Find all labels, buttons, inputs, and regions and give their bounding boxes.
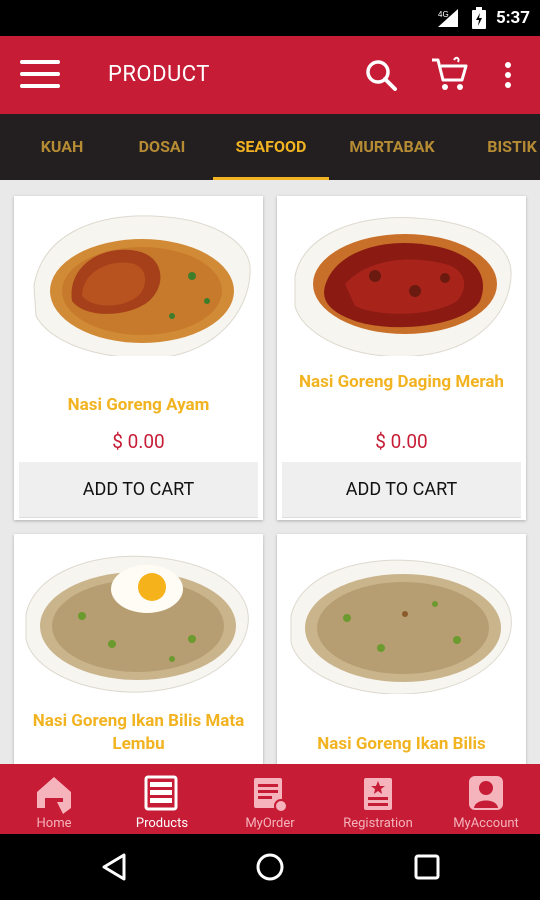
registration-icon bbox=[357, 772, 399, 814]
cart-icon[interactable] bbox=[430, 56, 470, 92]
system-nav-bar bbox=[0, 834, 540, 900]
nav-myaccount[interactable]: MyAccount bbox=[432, 764, 540, 834]
nav-products[interactable]: Products bbox=[108, 764, 216, 834]
myorder-icon bbox=[249, 772, 291, 814]
product-name: Nasi Goreng Ayam bbox=[67, 395, 210, 415]
status-bar: 4G 5:37 bbox=[0, 0, 540, 36]
product-price: $ 0.00 bbox=[375, 430, 428, 453]
product-card[interactable]: Nasi Goreng Ayam $ 0.00 ADD TO CART bbox=[14, 196, 263, 520]
tab-dosai[interactable]: DOSAI bbox=[110, 114, 214, 180]
product-name: Nasi Goreng Ikan Bilis bbox=[317, 734, 486, 754]
product-card[interactable]: Nasi Goreng Daging Merah $ 0.00 ADD TO C… bbox=[277, 196, 526, 520]
tab-seafood[interactable]: SEAFOOD bbox=[213, 114, 329, 180]
home-button-icon[interactable] bbox=[255, 852, 285, 882]
product-image bbox=[285, 206, 517, 358]
product-grid: Nasi Goreng Ayam $ 0.00 ADD TO CART Nasi… bbox=[0, 180, 540, 764]
product-image bbox=[285, 544, 517, 695]
product-name: Nasi Goreng Ikan Bilis Mata Lembu bbox=[32, 711, 245, 754]
category-tabs: KUAH DOSAI SEAFOOD MURTABAK BISTIK bbox=[0, 114, 540, 180]
add-to-cart-button[interactable]: ADD TO CART bbox=[19, 462, 258, 518]
nav-home[interactable]: Home bbox=[0, 764, 108, 834]
back-icon[interactable] bbox=[100, 852, 130, 882]
nav-registration[interactable]: Registration bbox=[324, 764, 432, 834]
product-card[interactable]: Nasi Goreng Ikan Bilis bbox=[277, 534, 526, 764]
nav-myorder[interactable]: MyOrder bbox=[216, 764, 324, 834]
search-icon[interactable] bbox=[364, 58, 398, 92]
product-image bbox=[22, 544, 254, 694]
recents-icon[interactable] bbox=[412, 852, 442, 882]
svg-text:4G: 4G bbox=[438, 10, 449, 19]
product-card[interactable]: Nasi Goreng Ikan Bilis Mata Lembu bbox=[14, 534, 263, 764]
product-price: $ 0.00 bbox=[112, 430, 165, 453]
battery-icon bbox=[471, 7, 486, 29]
product-image bbox=[22, 206, 254, 359]
tab-kuah[interactable]: KUAH bbox=[10, 114, 114, 180]
bottom-nav: Home Products MyOrder Registration MyAcc… bbox=[0, 764, 540, 834]
tab-murtabak[interactable]: MURTABAK bbox=[336, 114, 448, 180]
tab-bistik[interactable]: BISTIK bbox=[472, 114, 540, 180]
page-title: PRODUCT bbox=[108, 62, 210, 87]
product-name: Nasi Goreng Daging Merah bbox=[299, 372, 504, 392]
clock: 5:37 bbox=[495, 8, 530, 28]
add-to-cart-button[interactable]: ADD TO CART bbox=[282, 462, 521, 518]
app-bar: PRODUCT bbox=[0, 36, 540, 114]
more-options-icon[interactable] bbox=[500, 60, 516, 90]
menu-icon[interactable] bbox=[20, 60, 60, 90]
myaccount-icon bbox=[465, 772, 507, 814]
signal-icon: 4G bbox=[436, 8, 462, 28]
home-icon bbox=[33, 772, 75, 814]
products-icon bbox=[141, 772, 183, 814]
